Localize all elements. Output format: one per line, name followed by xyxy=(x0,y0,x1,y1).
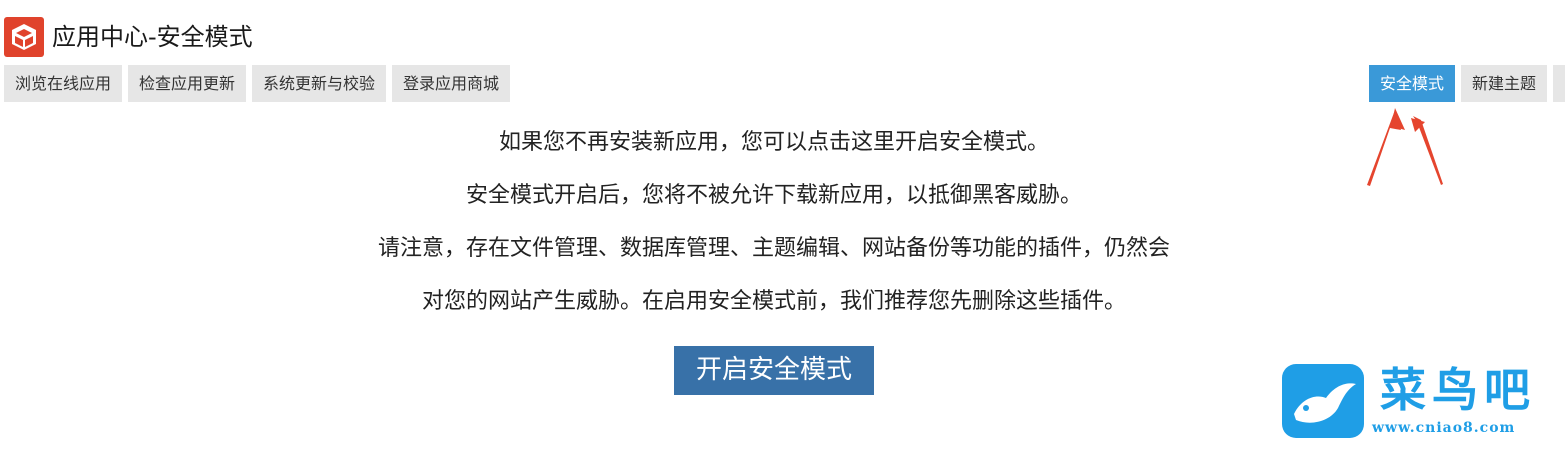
description-line: 对您的网站产生威胁。在启用安全模式前，我们推荐您先删除这些插件。 xyxy=(421,289,1126,314)
watermark-text: 菜鸟吧 xyxy=(1380,363,1536,417)
tabs-right: 安全模式 新建主题 xyxy=(1368,65,1565,102)
description-line: 请注意，存在文件管理、数据库管理、主题编辑、网站备份等功能的插件，仍然会 xyxy=(377,236,1170,261)
app-center-box-icon xyxy=(4,17,44,57)
page-title: 应用中心-安全模式 xyxy=(52,23,253,51)
tab-check-app-updates[interactable]: 检查应用更新 xyxy=(128,65,247,102)
description-line: 安全模式开启后，您将不被允许下载新应用，以抵御黑客威胁。 xyxy=(465,183,1082,208)
watermark-url: www.cniao8.com xyxy=(1372,420,1516,436)
enable-safe-mode-button[interactable]: 开启安全模式 xyxy=(673,346,874,395)
page-header: 应用中心-安全模式 xyxy=(4,17,253,57)
description-line: 如果您不再安装新应用，您可以点击这里开启安全模式。 xyxy=(498,130,1049,155)
bird-logo-icon xyxy=(1282,364,1364,438)
tab-new-theme[interactable]: 新建主题 xyxy=(1460,65,1547,102)
tab-browse-online-apps[interactable]: 浏览在线应用 xyxy=(4,65,123,102)
tabs-left: 浏览在线应用 检查应用更新 系统更新与校验 登录应用商城 xyxy=(4,65,511,102)
tab-overflow-edge[interactable] xyxy=(1553,65,1565,102)
tab-system-update-verify[interactable]: 系统更新与校验 xyxy=(252,65,387,102)
watermark: 菜鸟吧 www.cniao8.com xyxy=(1280,364,1560,439)
tab-login-app-store[interactable]: 登录应用商城 xyxy=(392,65,511,102)
app-center-page: 应用中心-安全模式 浏览在线应用 检查应用更新 系统更新与校验 登录应用商城 安… xyxy=(0,0,1565,449)
tab-safe-mode[interactable]: 安全模式 xyxy=(1368,65,1455,102)
safe-mode-description: 如果您不再安装新应用，您可以点击这里开启安全模式。 安全模式开启后，您将不被允许… xyxy=(0,116,1548,395)
